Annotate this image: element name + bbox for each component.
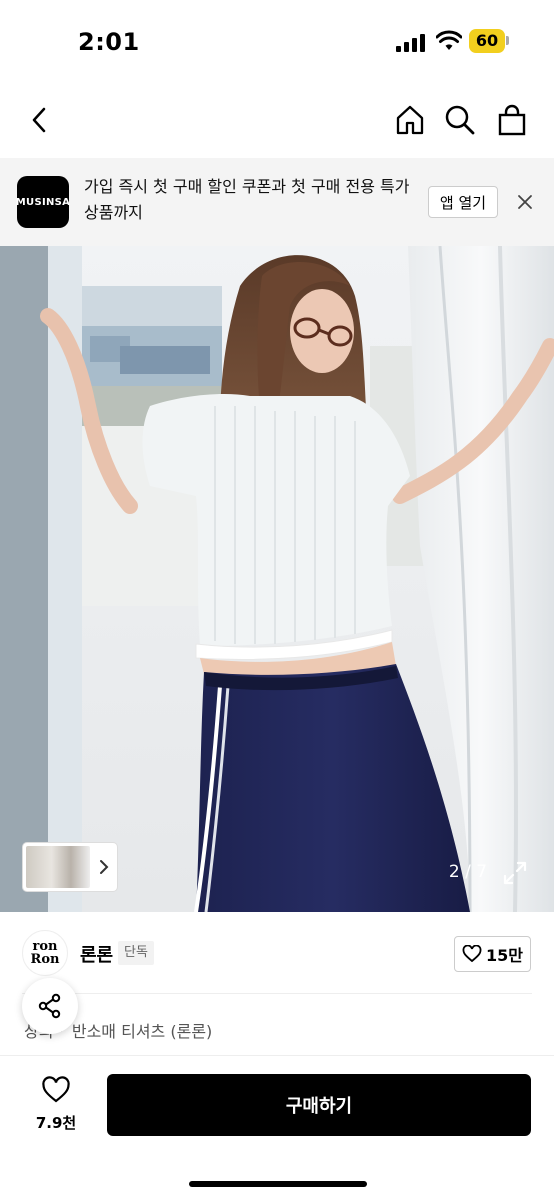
shopping-bag-icon [498, 104, 526, 136]
search-icon [445, 105, 475, 135]
status-bar: 2:01 60 [0, 0, 554, 82]
brand-logo[interactable]: ron Ron [22, 930, 68, 976]
thumbnail-image [26, 846, 90, 888]
screen: 2:01 60 MUSINSA 가입 즉시 첫 구매 할인 쿠폰과 첫 구매 전… [0, 0, 554, 1200]
signal-icon [396, 32, 426, 52]
home-icon [396, 105, 424, 135]
brand-name[interactable]: 론론 [80, 941, 113, 967]
share-button[interactable] [22, 978, 78, 1034]
wishlist-button[interactable]: 7.9천 [26, 1076, 86, 1136]
breadcrumb-subcategory[interactable]: 반소매 티셔츠 (론론) [72, 1018, 212, 1042]
nav-bar [0, 82, 554, 158]
battery-tip [506, 36, 509, 45]
gallery-page-counter: 2 / 7 [448, 862, 488, 882]
brand-logo-line2: Ron [30, 952, 60, 967]
brand-like-count: 15만 [486, 946, 523, 965]
open-app-button[interactable]: 앱 열기 [428, 186, 498, 218]
divider [22, 993, 532, 994]
app-download-banner: MUSINSA 가입 즉시 첫 구매 할인 쿠폰과 첫 구매 전용 특가 상품까… [0, 158, 554, 246]
cart-button[interactable] [492, 100, 532, 140]
buy-button[interactable]: 구매하기 [107, 1074, 531, 1136]
exclusive-badge: 단독 [118, 941, 154, 965]
gallery-thumbnails[interactable] [23, 843, 117, 891]
musinsa-logo: MUSINSA [16, 176, 70, 228]
wishlist-count: 7.9천 [35, 1114, 77, 1132]
back-button[interactable] [20, 100, 60, 140]
product-image[interactable] [0, 246, 554, 912]
bottom-action-bar: 7.9천 구매하기 [0, 1055, 554, 1200]
search-button[interactable] [440, 100, 480, 140]
banner-message: 가입 즉시 첫 구매 할인 쿠폰과 첫 구매 전용 특가 상품까지 [84, 177, 410, 222]
chevron-left-icon [32, 107, 46, 133]
battery-indicator: 60 [469, 29, 505, 53]
brand-row: ron Ron 론론 단독 15만 [0, 924, 554, 984]
chevron-right-icon [100, 860, 109, 874]
wifi-icon [436, 30, 462, 50]
expand-icon[interactable] [498, 856, 532, 890]
close-icon[interactable] [514, 191, 536, 213]
home-indicator [189, 1181, 367, 1187]
product-photo [0, 246, 554, 912]
share-icon [38, 993, 61, 1019]
home-button[interactable] [390, 100, 430, 140]
brand-like-button[interactable]: 15만 [454, 936, 531, 972]
heart-icon [42, 1076, 70, 1103]
status-time: 2:01 [78, 28, 140, 56]
heart-icon [462, 945, 482, 963]
